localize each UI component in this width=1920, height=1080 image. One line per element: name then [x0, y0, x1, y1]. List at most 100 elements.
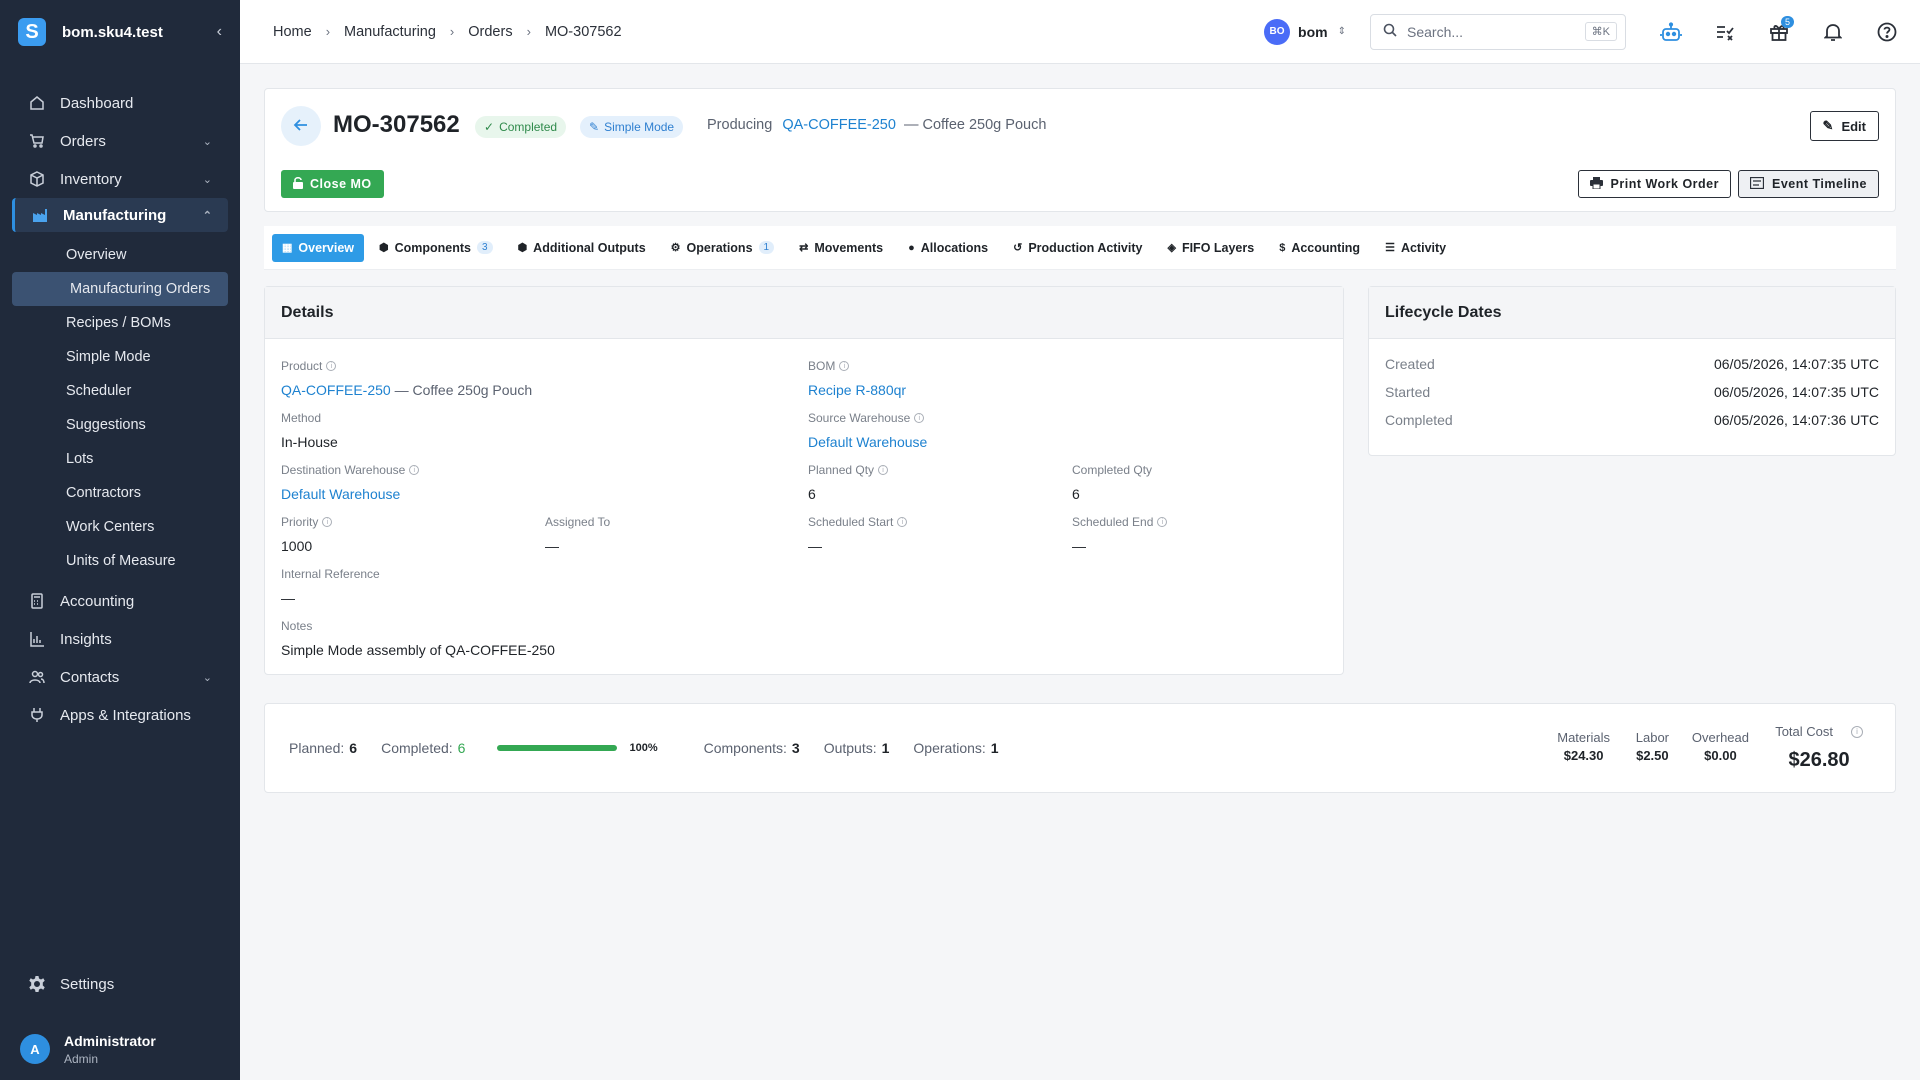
collapse-sidebar-icon[interactable]: ‹: [217, 23, 222, 41]
product-sku-link[interactable]: QA-COFFEE-250: [782, 117, 896, 133]
search-input[interactable]: Search... ⌘K: [1370, 13, 1626, 50]
sidebar-item-label: Dashboard: [60, 94, 134, 112]
subnav-item-overview[interactable]: Overview: [0, 238, 240, 272]
destination-warehouse-link[interactable]: Default Warehouse: [281, 486, 400, 502]
subnav-item-recipes-boms[interactable]: Recipes / BOMs: [0, 306, 240, 340]
source-warehouse-link[interactable]: Default Warehouse: [808, 434, 927, 450]
subnav-item-contractors[interactable]: Contractors: [0, 476, 240, 510]
details-body: Product i QA-COFFEE-250 — Coffee 250g Pou…: [265, 339, 1343, 675]
edit-button[interactable]: ✎ Edit: [1809, 111, 1879, 141]
subnav-item-scheduler[interactable]: Scheduler: [0, 374, 240, 408]
info-icon[interactable]: i: [326, 361, 337, 371]
info-icon[interactable]: i: [839, 361, 850, 371]
sidebar-item-insights[interactable]: Insights: [0, 620, 240, 658]
tab-production-activity[interactable]: ↺ Production Activity: [1003, 234, 1152, 262]
field-value: Recipe R-880qr: [808, 382, 906, 398]
dollar-icon: $: [1279, 241, 1286, 254]
bom-link[interactable]: Recipe R-880qr: [808, 382, 906, 398]
info-icon[interactable]: i: [409, 465, 420, 475]
tab-allocations[interactable]: ● Allocations: [898, 234, 998, 262]
sidebar-item-contacts[interactable]: Contacts ⌄: [0, 658, 240, 696]
event-timeline-button[interactable]: Event Timeline: [1738, 170, 1879, 198]
tab-overview[interactable]: ▦ Overview: [272, 233, 364, 262]
tab-label: FIFO Layers: [1181, 240, 1255, 255]
sidebar-item-settings[interactable]: Settings: [0, 964, 240, 1004]
org-switcher[interactable]: BO bom ⇕: [1264, 18, 1346, 45]
tab-activity[interactable]: ☰ Activity: [1375, 234, 1456, 262]
chevron-down-icon: ⌄: [202, 173, 212, 186]
tab-additional-outputs[interactable]: ⬢ Additional Outputs: [508, 234, 656, 262]
tab-label: Allocations: [920, 240, 989, 255]
info-icon[interactable]: i: [878, 465, 889, 475]
subnav-item-lots[interactable]: Lots: [0, 442, 240, 476]
user-profile[interactable]: A Administrator Admin: [0, 1018, 240, 1080]
field-label-text: Completed Qty: [1072, 463, 1153, 477]
gift-badge: 5: [1780, 15, 1794, 28]
cube-icon: ⬢: [517, 242, 528, 254]
double-check-icon: ✓: [484, 120, 495, 134]
subnav-item-suggestions[interactable]: Suggestions: [0, 408, 240, 442]
tab-accounting[interactable]: $ Accounting: [1269, 234, 1370, 262]
subnav-item-work-centers[interactable]: Work Centers: [0, 510, 240, 544]
checklist-icon[interactable]: [1698, 12, 1752, 52]
tab-movements[interactable]: ⇄ Movements: [789, 234, 893, 262]
close-mo-button[interactable]: Close MO: [281, 170, 384, 198]
field-label: Internal Reference: [281, 567, 380, 581]
info-icon[interactable]: i: [1157, 517, 1168, 527]
sidebar-bottom: Settings A Administrator Admin: [0, 964, 240, 1080]
sidebar-item-accounting[interactable]: Accounting: [0, 582, 240, 620]
brand-logo-icon[interactable]: S: [18, 18, 46, 46]
field-label: Planned Qty i: [808, 463, 889, 477]
producing-label: Producing: [707, 117, 773, 133]
info-icon[interactable]: i: [897, 517, 908, 527]
back-button[interactable]: [281, 106, 321, 146]
subnav-item-manufacturing-orders[interactable]: Manufacturing Orders: [12, 272, 228, 306]
breadcrumb-orders[interactable]: Orders: [468, 24, 512, 40]
gift-icon[interactable]: 5: [1752, 12, 1806, 52]
field-value: 6: [1072, 486, 1080, 502]
info-icon[interactable]: i: [322, 517, 333, 527]
chevron-down-icon: ⌄: [202, 671, 212, 684]
tab-components[interactable]: ⬢ Components 3: [369, 234, 503, 262]
tab-fifo-layers[interactable]: ◈ FIFO Layers: [1157, 234, 1264, 262]
sidebar-item-manufacturing[interactable]: Manufacturing ⌃: [12, 198, 228, 232]
sidebar-item-inventory[interactable]: Inventory ⌄: [0, 160, 240, 198]
tab-label: Production Activity: [1028, 240, 1143, 255]
swap-icon: ⇄: [799, 242, 809, 254]
chevron-up-icon: ⌃: [202, 209, 212, 222]
subnav-item-units-of-measure[interactable]: Units of Measure: [0, 544, 240, 578]
sidebar-item-label: Inventory: [60, 170, 122, 188]
tab-label: Operations: [686, 240, 753, 255]
tab-operations[interactable]: ⚙ Operations 1: [661, 234, 784, 262]
cost-label: Labor: [1635, 730, 1669, 745]
subnav-item-simple-mode[interactable]: Simple Mode: [0, 340, 240, 374]
lifecycle-row: Started 06/05/2026, 14:07:35 UTC: [1385, 384, 1879, 412]
summary-completed: Completed: 6: [381, 740, 465, 756]
info-icon[interactable]: i: [1851, 725, 1863, 738]
field-label: Scheduled Start i: [808, 515, 908, 529]
settings-label: Settings: [60, 975, 115, 993]
sidebar-item-apps-integrations[interactable]: Apps & Integrations: [0, 696, 240, 734]
breadcrumb-home[interactable]: Home: [273, 24, 312, 40]
field-planned-qty: Planned Qty i 6: [808, 463, 889, 502]
info-icon[interactable]: i: [914, 413, 925, 423]
help-icon[interactable]: [1860, 12, 1914, 52]
home-icon: [28, 94, 46, 112]
print-work-order-button[interactable]: Print Work Order: [1577, 170, 1731, 198]
bell-icon[interactable]: [1806, 12, 1860, 52]
progress-bar: [497, 745, 618, 751]
sidebar-item-orders[interactable]: Orders ⌄: [0, 122, 240, 160]
cube-icon: ⬢: [379, 242, 389, 254]
field-label-text: Scheduled End: [1072, 515, 1154, 529]
breadcrumb-manufacturing[interactable]: Manufacturing: [344, 24, 436, 40]
tab-label: Activity: [1400, 240, 1447, 255]
sidebar-item-dashboard[interactable]: Dashboard: [0, 84, 240, 122]
field-label: Source Warehouse i: [808, 411, 927, 425]
cost-overhead: Overhead $0.00: [1692, 730, 1749, 763]
field-product: Product i QA-COFFEE-250 — Coffee 250g Pou…: [281, 359, 532, 398]
search-placeholder: Search...: [1407, 23, 1464, 40]
assistant-bot-icon[interactable]: [1644, 12, 1698, 52]
product-sku-link[interactable]: QA-COFFEE-250: [281, 382, 391, 398]
lifecycle-value: 06/05/2026, 14:07:35 UTC: [1713, 384, 1879, 400]
field-value: Default Warehouse: [808, 434, 927, 450]
